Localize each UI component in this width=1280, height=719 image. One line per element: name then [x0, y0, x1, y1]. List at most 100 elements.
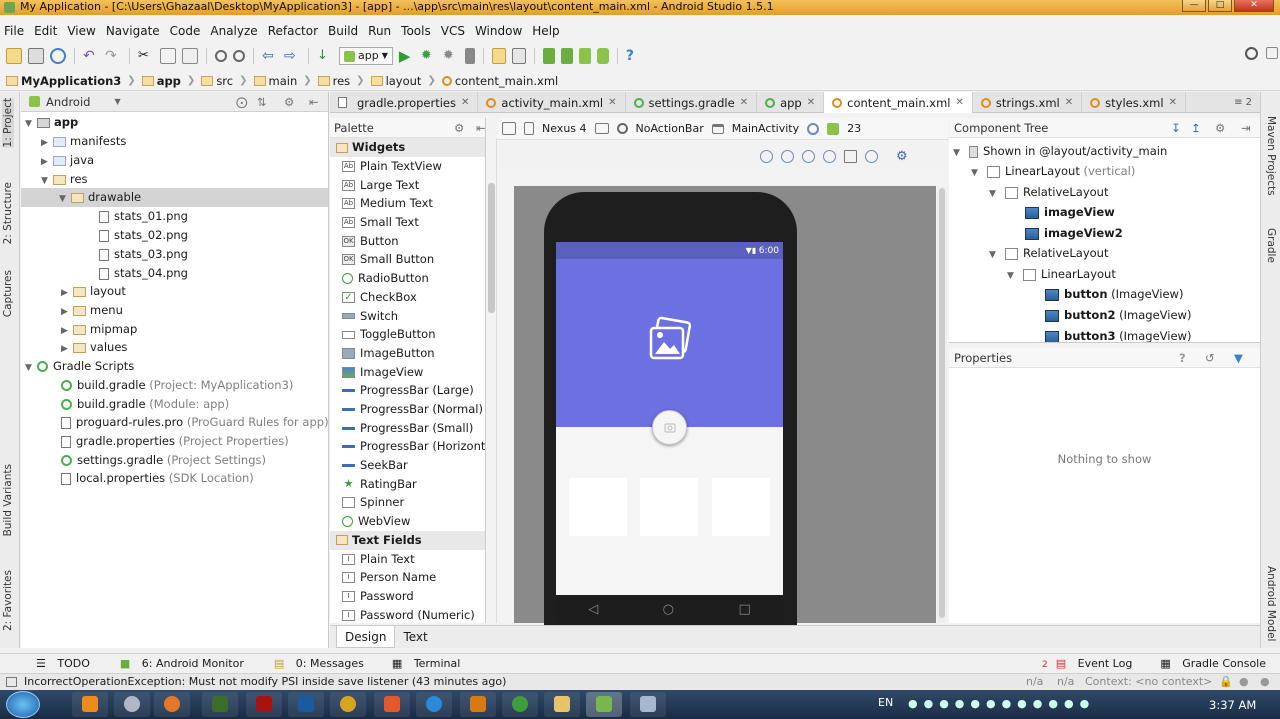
- find-icon[interactable]: [215, 50, 227, 62]
- search-everywhere-icon[interactable]: [1245, 47, 1258, 60]
- taskbar-vlc[interactable]: [72, 692, 108, 717]
- filter-icon[interactable]: ▼: [1234, 351, 1243, 365]
- android-device-monitor-icon[interactable]: [596, 48, 609, 64]
- make-project-icon[interactable]: ↓: [317, 48, 333, 64]
- language-indicator[interactable]: EN: [878, 696, 893, 709]
- palette-item[interactable]: ImageView: [330, 363, 485, 382]
- scroll-from-source-icon[interactable]: ⨀: [236, 95, 248, 109]
- run-config-select[interactable]: app ▼: [339, 47, 393, 65]
- zoom-in-icon[interactable]: [802, 149, 815, 163]
- sdk-manager-icon[interactable]: [578, 48, 591, 64]
- tree-item-manifests[interactable]: ▶ manifests: [41, 132, 126, 151]
- tool-tab-gradle[interactable]: Gradle: [1265, 228, 1277, 263]
- taskbar-flash[interactable]: [246, 692, 282, 717]
- replace-icon[interactable]: [233, 50, 245, 62]
- menu-build[interactable]: Build: [328, 24, 358, 38]
- menu-run[interactable]: Run: [368, 24, 391, 38]
- undo-icon[interactable]: ↶: [83, 48, 99, 64]
- redo-icon[interactable]: ↷: [105, 48, 121, 64]
- chevron-down-icon[interactable]: ▼: [114, 97, 120, 106]
- breadcrumb-project[interactable]: MyApplication3: [6, 74, 121, 88]
- preview-camera-button[interactable]: [652, 410, 687, 445]
- palette-item[interactable]: ImageButton: [330, 344, 485, 363]
- palette-item[interactable]: WebView: [330, 512, 485, 531]
- gradle-sync-icon[interactable]: [542, 48, 555, 64]
- taskbar-app[interactable]: [114, 692, 150, 717]
- palette-section-widgets[interactable]: Widgets: [330, 138, 485, 157]
- settings-icon[interactable]: [511, 48, 526, 64]
- tab-design[interactable]: Design: [336, 626, 396, 648]
- tool-tab-favorites[interactable]: 2: Favorites: [2, 570, 14, 631]
- help-icon[interactable]: ?: [1179, 351, 1186, 365]
- taskbar-ie[interactable]: [416, 692, 452, 717]
- taskbar-app2[interactable]: [374, 692, 410, 717]
- palette-item[interactable]: ProgressBar (Horizontal): [330, 437, 485, 456]
- tool-window-todo[interactable]: ☰ TODO: [28, 657, 90, 670]
- help-icon[interactable]: ?: [626, 48, 642, 64]
- breadcrumb-res[interactable]: res: [317, 74, 350, 88]
- activity-select[interactable]: MainActivity: [732, 122, 799, 135]
- tree-item-app[interactable]: ▼ app: [25, 113, 78, 132]
- tree-item-layout[interactable]: ▶ layout: [61, 282, 126, 301]
- collapse-all-icon[interactable]: ↥: [1191, 121, 1201, 135]
- tool-window-event-log[interactable]: 2 ▤ Event Log: [1034, 657, 1132, 670]
- tree-item-java[interactable]: ▶ java: [41, 151, 94, 170]
- tab-gradle-properties[interactable]: gradle.properties ✕: [330, 92, 479, 113]
- breadcrumb-app[interactable]: app: [141, 74, 181, 88]
- palette-item[interactable]: Ab Small Text: [330, 213, 485, 232]
- palette-item[interactable]: SeekBar: [330, 456, 485, 475]
- tool-tab-structure[interactable]: 2: Structure: [2, 182, 14, 244]
- status-toggle-icon[interactable]: [6, 677, 17, 687]
- project-structure-icon[interactable]: [491, 48, 506, 64]
- palette-item[interactable]: ★ RatingBar: [330, 475, 485, 494]
- palette-section-text-fields[interactable]: Text Fields: [330, 530, 485, 550]
- menu-view[interactable]: View: [67, 24, 95, 38]
- tree-item-stats-01[interactable]: stats_01.png: [99, 207, 188, 226]
- zoom-out-icon[interactable]: [823, 149, 836, 163]
- refresh-icon[interactable]: [865, 149, 878, 163]
- palette-item[interactable]: RadioButton: [330, 269, 485, 288]
- status-context[interactable]: Context: <no context>: [1085, 674, 1212, 690]
- menu-refactor[interactable]: Refactor: [268, 24, 318, 38]
- tree-item-values[interactable]: ▶ values: [61, 338, 127, 357]
- tree-node[interactable]: ▼ LinearLayout: [1007, 264, 1116, 284]
- screenshot-icon[interactable]: [844, 149, 857, 163]
- tree-node[interactable]: button3 (ImageView): [1045, 326, 1191, 342]
- tree-item-build-gradle-module[interactable]: build.gradle (Module: app): [61, 395, 229, 414]
- tool-tab-maven-projects[interactable]: Maven Projects: [1265, 116, 1277, 196]
- scrollbar-thumb[interactable]: [939, 188, 945, 618]
- taskbar-app3[interactable]: [502, 692, 538, 717]
- close-tab-icon[interactable]: ✕: [608, 97, 616, 108]
- hide-panel-icon[interactable]: ⇤: [309, 95, 319, 109]
- tab-app[interactable]: app ✕: [757, 92, 825, 113]
- run-icon[interactable]: ▶: [399, 48, 415, 64]
- tree-item-build-gradle-project[interactable]: build.gradle (Project: MyApplication3): [61, 376, 293, 395]
- gear-icon[interactable]: ⚙: [896, 150, 909, 163]
- notification-icon[interactable]: ●: [1260, 674, 1270, 690]
- menu-code[interactable]: Code: [170, 24, 201, 38]
- zoom-fit-icon[interactable]: [760, 149, 773, 163]
- locale-icon[interactable]: [807, 122, 820, 135]
- toggle-panels-icon[interactable]: [1266, 47, 1278, 59]
- project-view-selector[interactable]: Android: [46, 95, 90, 109]
- layout-icon[interactable]: [502, 122, 516, 135]
- tree-item-proguard[interactable]: proguard-rules.pro (ProGuard Rules for a…: [61, 413, 329, 432]
- sync-icon[interactable]: [50, 48, 66, 64]
- forward-icon[interactable]: ⇨: [284, 48, 300, 64]
- tree-item-stats-04[interactable]: stats_04.png: [99, 264, 188, 283]
- palette-item[interactable]: I Plain Text: [330, 550, 485, 569]
- scrollbar-thumb[interactable]: [488, 183, 495, 313]
- tree-node[interactable]: button (ImageView): [1045, 284, 1183, 304]
- tool-window-android-monitor[interactable]: ■ 6: Android Monitor: [112, 657, 244, 670]
- taskbar-android-studio[interactable]: [586, 692, 622, 717]
- menu-window[interactable]: Window: [475, 24, 522, 38]
- palette-item[interactable]: ProgressBar (Large): [330, 381, 485, 400]
- tree-item-drawable[interactable]: ▼ drawable: [21, 188, 328, 207]
- tool-tab-android-model[interactable]: Android Model: [1265, 566, 1277, 641]
- preview-header-imageview[interactable]: [556, 259, 783, 427]
- palette-item[interactable]: ProgressBar (Normal): [330, 400, 485, 419]
- palette-item[interactable]: Ab Medium Text: [330, 194, 485, 213]
- preview-button3-imageview[interactable]: [712, 478, 770, 536]
- clock[interactable]: 3:37 AM: [1209, 698, 1256, 712]
- taskbar-chrome[interactable]: [330, 692, 366, 717]
